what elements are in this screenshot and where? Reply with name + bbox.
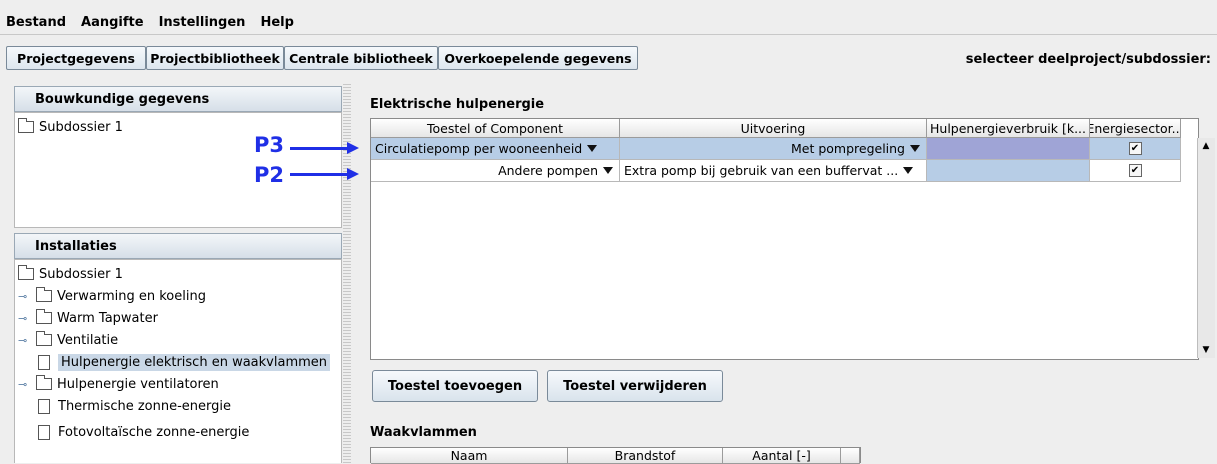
tree-item-warm-tapwater[interactable]: ⊸ Warm Tapwater: [18, 308, 158, 328]
tree-item-hulpenergie-elektrisch[interactable]: Hulpenergie elektrisch en waakvlammen: [38, 352, 331, 372]
hulpenergie-table: Toestel of Component Uitvoering Hulpener…: [370, 118, 1199, 360]
column-header[interactable]: Naam: [371, 448, 568, 464]
installaties-tree: Subdossier 1 ⊸ Verwarming en koeling ⊸ W…: [14, 259, 342, 463]
tab-row: Projectgegevens Projectbibliotheek Centr…: [0, 36, 1217, 72]
menu-instellingen[interactable]: Instellingen: [153, 15, 255, 30]
remove-device-button[interactable]: Toestel verwijderen: [547, 370, 723, 402]
annotation-arrowhead-p2: [347, 168, 359, 180]
tree-item-root[interactable]: Subdossier 1: [18, 264, 123, 284]
document-icon: [38, 398, 50, 414]
panel-splitter[interactable]: [343, 82, 351, 463]
tab-projectgegevens[interactable]: Projectgegevens: [6, 46, 146, 70]
table-cell-verbruik[interactable]: [927, 160, 1090, 182]
tree-item-hulpenergie-ventilatoren[interactable]: ⊸ Hulpenergie ventilatoren: [18, 374, 219, 394]
expand-key-icon[interactable]: ⊸: [18, 312, 32, 325]
table-cell-uitvoering[interactable]: Met pompregeling: [620, 138, 927, 160]
column-header-corner: [841, 448, 860, 464]
column-header[interactable]: Aantal [-]: [723, 448, 841, 464]
tab-centrale-bibliotheek[interactable]: Centrale bibliotheek: [284, 46, 438, 70]
annotation-p2: P2: [254, 163, 285, 187]
table-cell-component[interactable]: Andere pompen: [371, 160, 620, 182]
annotation-arrow-p3: [290, 147, 348, 150]
table-cell-energiesector[interactable]: ✔: [1090, 160, 1181, 182]
column-header[interactable]: Toestel of Component: [371, 119, 620, 138]
add-device-button[interactable]: Toestel toevoegen: [372, 370, 538, 402]
tree-item-ventilatie[interactable]: ⊸ Ventilatie: [18, 330, 118, 350]
tree-item-fotovoltaisch[interactable]: Fotovoltaïsche zonne-energie: [38, 422, 249, 442]
dropdown-icon[interactable]: [603, 167, 613, 174]
tree-label: Warm Tapwater: [57, 310, 158, 326]
dropdown-icon[interactable]: [903, 167, 914, 174]
tree-label: Subdossier 1: [39, 266, 123, 282]
cell-text: Andere pompen: [498, 163, 598, 178]
tree-label: Fotovoltaïsche zonne-energie: [58, 424, 250, 440]
waakvlammen-table: Naam Brandstof Aantal [-]: [370, 447, 861, 464]
table-cell-verbruik[interactable]: [927, 138, 1090, 160]
tab-projectbibliotheek[interactable]: Projectbibliotheek: [146, 46, 284, 70]
tab-overkoepelende-gegevens[interactable]: Overkoepelende gegevens: [438, 46, 638, 70]
cell-text: Extra pomp bij gebruik van een buffervat…: [624, 163, 899, 178]
tree-item-subdossier[interactable]: Subdossier 1: [18, 117, 123, 137]
table-scrollbar[interactable]: ▲ ▼: [1197, 138, 1215, 358]
annotation-p3: P3: [254, 133, 285, 157]
cell-text: Met pompregeling: [790, 141, 905, 156]
menu-bar: Bestand Aangifte Instellingen Help: [0, 10, 1217, 35]
table-cell-uitvoering[interactable]: Extra pomp bij gebruik van een buffervat…: [620, 160, 927, 182]
bouwkundige-tree: Subdossier 1: [14, 112, 342, 228]
section-title-hulpenergie: Elektrische hulpenergie: [370, 97, 545, 112]
folder-icon: [36, 309, 52, 324]
folder-icon: [36, 331, 52, 346]
menu-help[interactable]: Help: [254, 15, 302, 30]
scroll-down-icon[interactable]: ▼: [1198, 342, 1214, 358]
tree-label: Ventilatie: [57, 332, 119, 348]
tree-label: Hulpenergie elektrisch en waakvlammen: [58, 353, 331, 371]
tree-label: Thermische zonne-energie: [58, 398, 232, 414]
expand-key-icon[interactable]: ⊸: [18, 378, 32, 391]
dropdown-icon[interactable]: [910, 145, 920, 152]
expand-key-icon[interactable]: ⊸: [18, 334, 32, 347]
menu-aangifte[interactable]: Aangifte: [75, 15, 153, 30]
tree-label: Hulpenergie ventilatoren: [57, 376, 219, 392]
column-header[interactable]: Hulpenergieverbruik [k...: [927, 119, 1090, 138]
cell-text: Circulatiepomp per wooneenheid: [375, 141, 583, 156]
tree-label: Verwarming en koeling: [57, 288, 206, 304]
dropdown-icon[interactable]: [587, 145, 598, 152]
tree-item-thermische[interactable]: Thermische zonne-energie: [38, 396, 231, 416]
annotation-arrowhead-p3: [347, 142, 359, 154]
table-cell-component[interactable]: Circulatiepomp per wooneenheid: [371, 138, 620, 160]
column-header[interactable]: Brandstof: [568, 448, 723, 464]
installaties-title: Installaties: [14, 233, 342, 259]
checkbox-checked[interactable]: ✔: [1128, 142, 1142, 155]
folder-icon: [18, 265, 34, 280]
scroll-up-icon[interactable]: ▲: [1198, 138, 1214, 154]
document-icon: [38, 354, 50, 370]
column-header[interactable]: Energiesector...: [1090, 119, 1181, 138]
subproject-select-label: selecteer deelproject/subdossier:: [965, 52, 1211, 67]
document-icon: [38, 424, 50, 440]
section-title-waakvlammen: Waakvlammen: [370, 425, 477, 440]
expand-key-icon[interactable]: ⊸: [18, 290, 32, 303]
menu-bestand[interactable]: Bestand: [0, 15, 75, 30]
folder-icon: [18, 118, 34, 133]
folder-icon: [36, 287, 52, 302]
annotation-arrow-p2: [290, 173, 348, 176]
checkbox-checked[interactable]: ✔: [1128, 164, 1142, 177]
column-header[interactable]: Uitvoering: [620, 119, 927, 138]
tree-label: Subdossier 1: [39, 119, 123, 135]
table-cell-energiesector[interactable]: ✔: [1090, 138, 1181, 160]
tree-item-verwarming[interactable]: ⊸ Verwarming en koeling: [18, 286, 206, 306]
bouwkundige-title: Bouwkundige gegevens: [14, 86, 342, 112]
folder-icon: [36, 375, 52, 390]
